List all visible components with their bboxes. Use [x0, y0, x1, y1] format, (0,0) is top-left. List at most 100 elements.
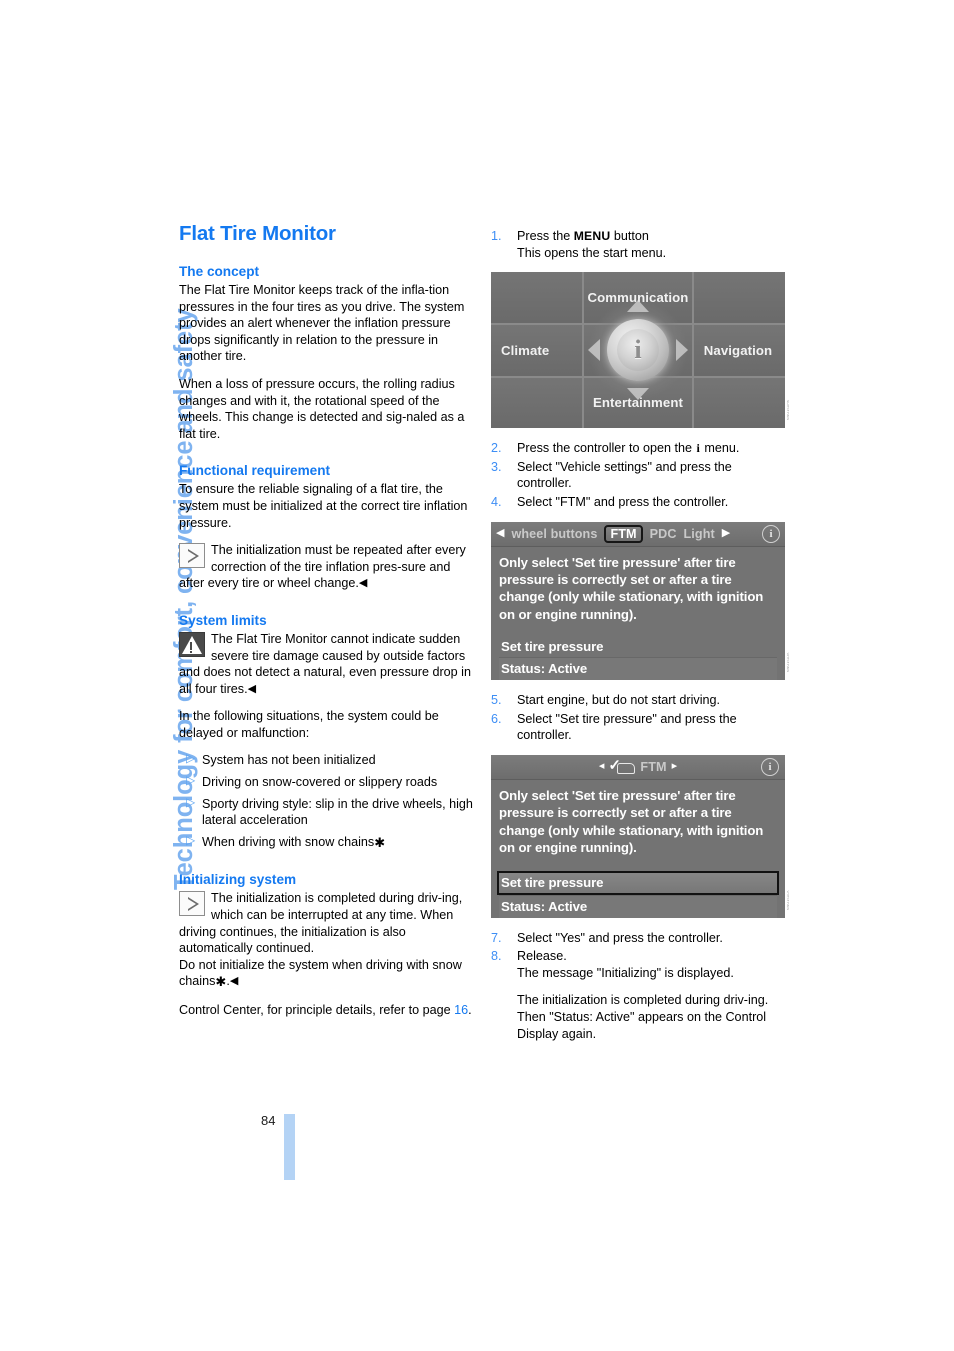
step-text: Select "FTM" and press the controller.	[517, 494, 729, 509]
step-text-after: menu.	[700, 441, 740, 456]
note-initialization-text: The initialization must be repeated afte…	[179, 543, 466, 591]
chapter-tab: Technology for comfort, convenience and …	[0, 0, 198, 900]
bullet-triangle-icon	[179, 750, 195, 767]
ftm-message: Only select 'Set tire pressure' after ti…	[499, 787, 764, 856]
step-subtext-2: The initialization is completed during d…	[517, 993, 769, 1041]
optional-equipment-asterisk: ✱	[374, 834, 386, 850]
ftm-title-bar: ◂ ✓ FTM ▸ i	[491, 754, 785, 780]
step-subtext: The message "Initializing" is displayed.	[517, 965, 734, 980]
prev-arrow-icon[interactable]: ◀	[496, 528, 504, 539]
menu-cell-empty-top-right	[693, 272, 785, 323]
info-badge-icon[interactable]: i	[762, 524, 780, 543]
section-heading-system-limits: System limits	[179, 612, 267, 628]
start-menu-screenshot: Communication Climate Navigation Enterta…	[491, 272, 790, 429]
concept-paragraph-1: The Flat Tire Monitor keeps track of the…	[179, 283, 465, 364]
reference-suffix: .	[468, 1003, 472, 1017]
ftm-body: Only select 'Set tire pressure' after ti…	[491, 779, 785, 918]
tab-pdc[interactable]: PDC	[650, 527, 677, 541]
left-column: Flat Tire Monitor The concept The Flat T…	[179, 222, 473, 1030]
note-initializing-text: The initialization is completed during d…	[179, 891, 463, 956]
step-number: 5.	[491, 693, 502, 708]
tab-ftm[interactable]: FTM	[604, 524, 643, 543]
step-3: 3. Select "Vehicle settings" and press t…	[491, 459, 787, 492]
next-arrow-icon[interactable]: ▶	[722, 528, 730, 539]
ftm-body: Only select 'Set tire pressure' after ti…	[491, 546, 785, 681]
step-text: Select "Yes" and press the controller.	[517, 930, 723, 945]
step-number: 4.	[491, 494, 502, 509]
procedure-steps-part-3: 5. Start engine, but do not start drivin…	[491, 692, 787, 744]
ftm-row-set-tire-pressure[interactable]: Set tire pressure	[499, 637, 777, 657]
note-icon	[179, 891, 205, 917]
tab-wheel-buttons[interactable]: wheel buttons	[511, 527, 597, 541]
optional-equipment-asterisk: ✱	[215, 974, 227, 990]
menu-item-label: Climate	[501, 342, 550, 358]
note-icon	[179, 543, 205, 569]
ftm-panel: ◀ wheel buttons FTM PDC Light ▶ i Only s…	[491, 521, 785, 681]
manual-page: Technology for comfort, convenience and …	[0, 0, 954, 1351]
note-end-marker: ◀	[358, 577, 368, 590]
tire-check-car-icon: ✓	[608, 758, 636, 774]
tab-light[interactable]: Light	[684, 527, 715, 541]
menu-item-communication[interactable]: Communication	[584, 272, 692, 323]
bullet-triangle-icon	[179, 772, 195, 789]
ftm-settings-screenshot: ◀ wheel buttons FTM PDC Light ▶ i Only s…	[491, 521, 790, 681]
menu-item-entertainment[interactable]: Entertainment	[584, 377, 692, 429]
step-number: 2.	[491, 441, 502, 456]
list-item-label: When driving with snow chains	[202, 834, 375, 849]
ftm-row-set-tire-pressure-selected[interactable]: Set tire pressure	[497, 870, 779, 895]
prev-arrow-icon[interactable]: ◂	[599, 761, 605, 772]
menu-cell-empty-bottom-right	[693, 377, 785, 429]
info-badge-icon[interactable]: i	[761, 757, 779, 776]
ftm-title-label: FTM	[640, 759, 667, 774]
functional-requirement-paragraph: To ensure the reliable signaling of a fl…	[179, 482, 468, 530]
step-text: Press the	[517, 229, 574, 243]
list-item: Driving on snow-covered or slippery road…	[179, 772, 473, 791]
step-5: 5. Start engine, but do not start drivin…	[491, 692, 787, 709]
system-limits-bullet-list: System has not been initialized Driving …	[179, 750, 473, 852]
list-item-label: System has not been initialized	[202, 753, 376, 768]
step-number: 8.	[491, 949, 502, 964]
menu-item-label: Communication	[587, 290, 689, 306]
step-4: 4. Select "FTM" and press the controller…	[491, 494, 787, 511]
next-arrow-icon[interactable]: ▸	[672, 761, 678, 772]
ftm-message: Only select 'Set tire pressure' after ti…	[499, 554, 764, 622]
reference-text: Control Center, for principle details, r…	[179, 1003, 455, 1017]
step-text: Start engine, but do not start driving.	[517, 693, 721, 708]
warning-block-system-limits: The Flat Tire Monitor cannot indicate su…	[179, 631, 473, 697]
step-text: Release.	[517, 949, 567, 964]
step-6: 6. Select "Set tire pressure" and press …	[491, 711, 787, 744]
ftm-tab-bar: ◀ wheel buttons FTM PDC Light ▶ i	[491, 521, 785, 547]
concept-paragraph-2: When a loss of pressure occurs, the roll…	[179, 376, 465, 441]
image-watermark: MNO1SDJK	[787, 652, 790, 673]
system-limits-intro: In the following situations, the system …	[179, 709, 439, 740]
step-number: 6.	[491, 711, 502, 726]
step-7: 7. Select "Yes" and press the controller…	[491, 930, 787, 947]
menu-item-climate[interactable]: Climate	[491, 324, 583, 376]
image-watermark: MNO1SDHK	[787, 399, 790, 421]
note-block-initialization: The initialization must be repeated afte…	[179, 542, 473, 592]
list-item: Sporty driving style: slip in the drive …	[179, 794, 473, 829]
warning-text: The Flat Tire Monitor cannot indicate su…	[179, 631, 471, 696]
warning-end-marker: ◀	[247, 682, 257, 695]
procedure-steps-part-2: 2. Press the controller to open the i me…	[491, 440, 787, 510]
list-item-label: Driving on snow-covered or slippery road…	[202, 775, 438, 790]
step-1: 1. Press the MENU button This opens the …	[491, 228, 787, 261]
section-heading-initializing-system: Initializing system	[179, 872, 297, 888]
menu-item-label: Navigation	[703, 342, 773, 358]
menu-item-label: Entertainment	[593, 395, 683, 411]
section-heading-concept: The concept	[179, 264, 260, 279]
step-text: Select "Set tire pressure" and press the…	[517, 711, 737, 743]
page-reference-link[interactable]: 16	[454, 1003, 468, 1017]
menu-item-navigation[interactable]: Navigation	[693, 324, 785, 376]
bullet-triangle-icon	[179, 832, 195, 849]
warning-triangle-icon	[179, 631, 205, 657]
ftm-set-pressure-screenshot: ◂ ✓ FTM ▸ i Only select 'Set tire pressu…	[491, 754, 790, 918]
step-text-after: button	[610, 229, 649, 243]
menu-cell-center	[584, 324, 692, 376]
step-text: Press the controller to open the	[517, 441, 696, 456]
footer-color-bar	[284, 1114, 296, 1180]
list-item: When driving with snow chains✱	[179, 832, 473, 852]
list-item: System has not been initialized	[179, 750, 473, 769]
idrive-start-menu: Communication Climate Navigation Enterta…	[491, 272, 785, 429]
list-item-label: Sporty driving style: slip in the drive …	[202, 796, 473, 828]
